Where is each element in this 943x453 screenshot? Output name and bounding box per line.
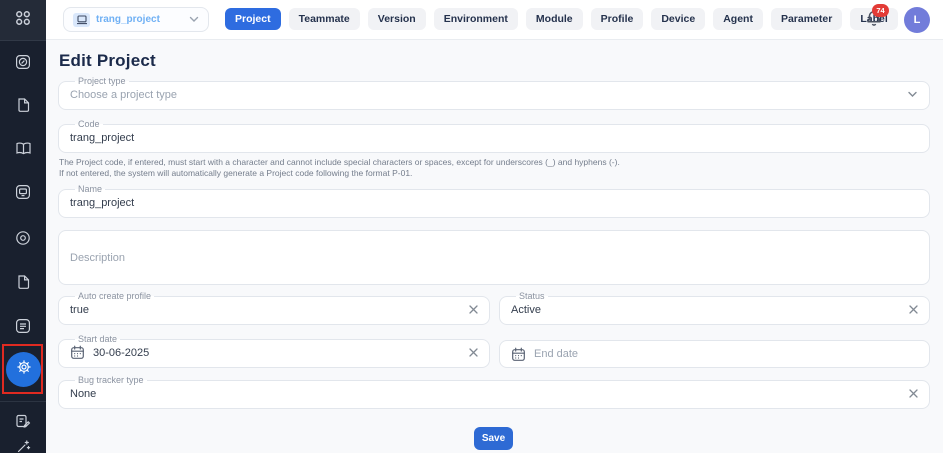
list-icon [15,318,31,334]
page-title: Edit Project [59,51,156,71]
gear-icon [16,359,32,380]
sidebar-item-overview[interactable] [0,46,46,78]
auto-create-profile-field[interactable]: Auto create profile true [58,292,490,325]
code-helper-text: The Project code, if entered, must start… [59,157,620,178]
tab-project[interactable]: Project [225,8,281,30]
sidebar-item-library[interactable] [0,132,46,164]
topbar: trang_project Project Teammate Version E… [46,0,943,40]
file-icon [16,97,31,113]
status-field[interactable]: Status Active [499,292,930,325]
sidebar-item-reports[interactable] [0,266,46,298]
terminal-edit-icon [15,413,31,429]
clear-icon[interactable] [469,305,478,314]
bug-tracker-type-label: Bug tracker type [75,376,147,385]
clear-icon[interactable] [909,389,918,398]
project-selector-value: trang_project [96,14,160,25]
code-helper-line1: The Project code, if entered, must start… [59,157,620,168]
nav-tabs: Project Teammate Version Environment Mod… [225,8,898,30]
tab-profile[interactable]: Profile [591,8,644,30]
end-date-placeholder: End date [534,348,578,360]
tab-teammate[interactable]: Teammate [289,8,360,30]
code-helper-line2: If not entered, the system will automati… [59,168,620,179]
auto-create-profile-value: true [70,304,89,316]
description-field[interactable]: Description [58,230,930,285]
sidebar-item-targets[interactable] [0,222,46,254]
notification-badge: 74 [872,4,889,17]
target-icon [15,230,31,246]
compass-icon [15,54,31,70]
project-type-placeholder: Choose a project type [70,89,177,101]
project-type-label: Project type [75,77,129,86]
tab-agent[interactable]: Agent [713,8,763,30]
chevron-down-icon [189,16,199,23]
name-field[interactable]: Name trang_project [58,185,930,218]
name-label: Name [75,185,105,194]
avatar[interactable]: L [904,7,930,33]
bell-icon [865,15,883,32]
auto-create-profile-label: Auto create profile [75,292,154,301]
calendar-icon[interactable] [70,345,85,360]
sidebar-item-files[interactable] [0,89,46,121]
notifications-button[interactable]: 74 [865,9,887,31]
tab-version[interactable]: Version [368,8,426,30]
wand-icon [16,439,31,453]
code-field[interactable]: Code trang_project [58,120,930,153]
description-placeholder: Description [70,252,125,264]
page-icon [16,274,31,290]
code-label: Code [75,120,103,129]
tab-module[interactable]: Module [526,8,583,30]
status-label: Status [516,292,548,301]
chevron-down-icon[interactable] [907,91,918,98]
clear-icon[interactable] [909,305,918,314]
sidebar-divider [0,401,46,402]
calendar-icon[interactable] [511,347,526,362]
tab-environment[interactable]: Environment [434,8,518,30]
clear-icon[interactable] [469,348,478,357]
book-icon [15,141,32,156]
sidebar-item-logs[interactable] [0,310,46,342]
start-date-field[interactable]: Start date 30-06-2025 [58,335,490,368]
monitor-icon [15,184,31,200]
end-date-field[interactable]: End date [499,340,930,368]
save-button[interactable]: Save [474,427,513,450]
status-value: Active [511,304,541,316]
project-selector[interactable]: trang_project [63,7,209,32]
tab-device[interactable]: Device [651,8,705,30]
edit-project-page: Edit Project Project type Choose a proje… [46,40,943,453]
sidebar [0,0,46,453]
sidebar-item-settings[interactable] [6,352,41,387]
sidebar-item-automation[interactable] [0,430,46,453]
start-date-value: 30-06-2025 [93,347,149,359]
laptop-icon [73,13,90,27]
project-type-field[interactable]: Project type Choose a project type [58,77,930,110]
code-value: trang_project [70,132,134,144]
start-date-label: Start date [75,335,120,344]
bug-tracker-type-value: None [70,388,96,400]
apps-grid-icon [15,10,31,26]
sidebar-item-apps[interactable] [0,2,46,34]
tab-parameter[interactable]: Parameter [771,8,842,30]
sidebar-item-devices[interactable] [0,176,46,208]
name-value: trang_project [70,197,134,209]
bug-tracker-type-field[interactable]: Bug tracker type None [58,376,930,409]
